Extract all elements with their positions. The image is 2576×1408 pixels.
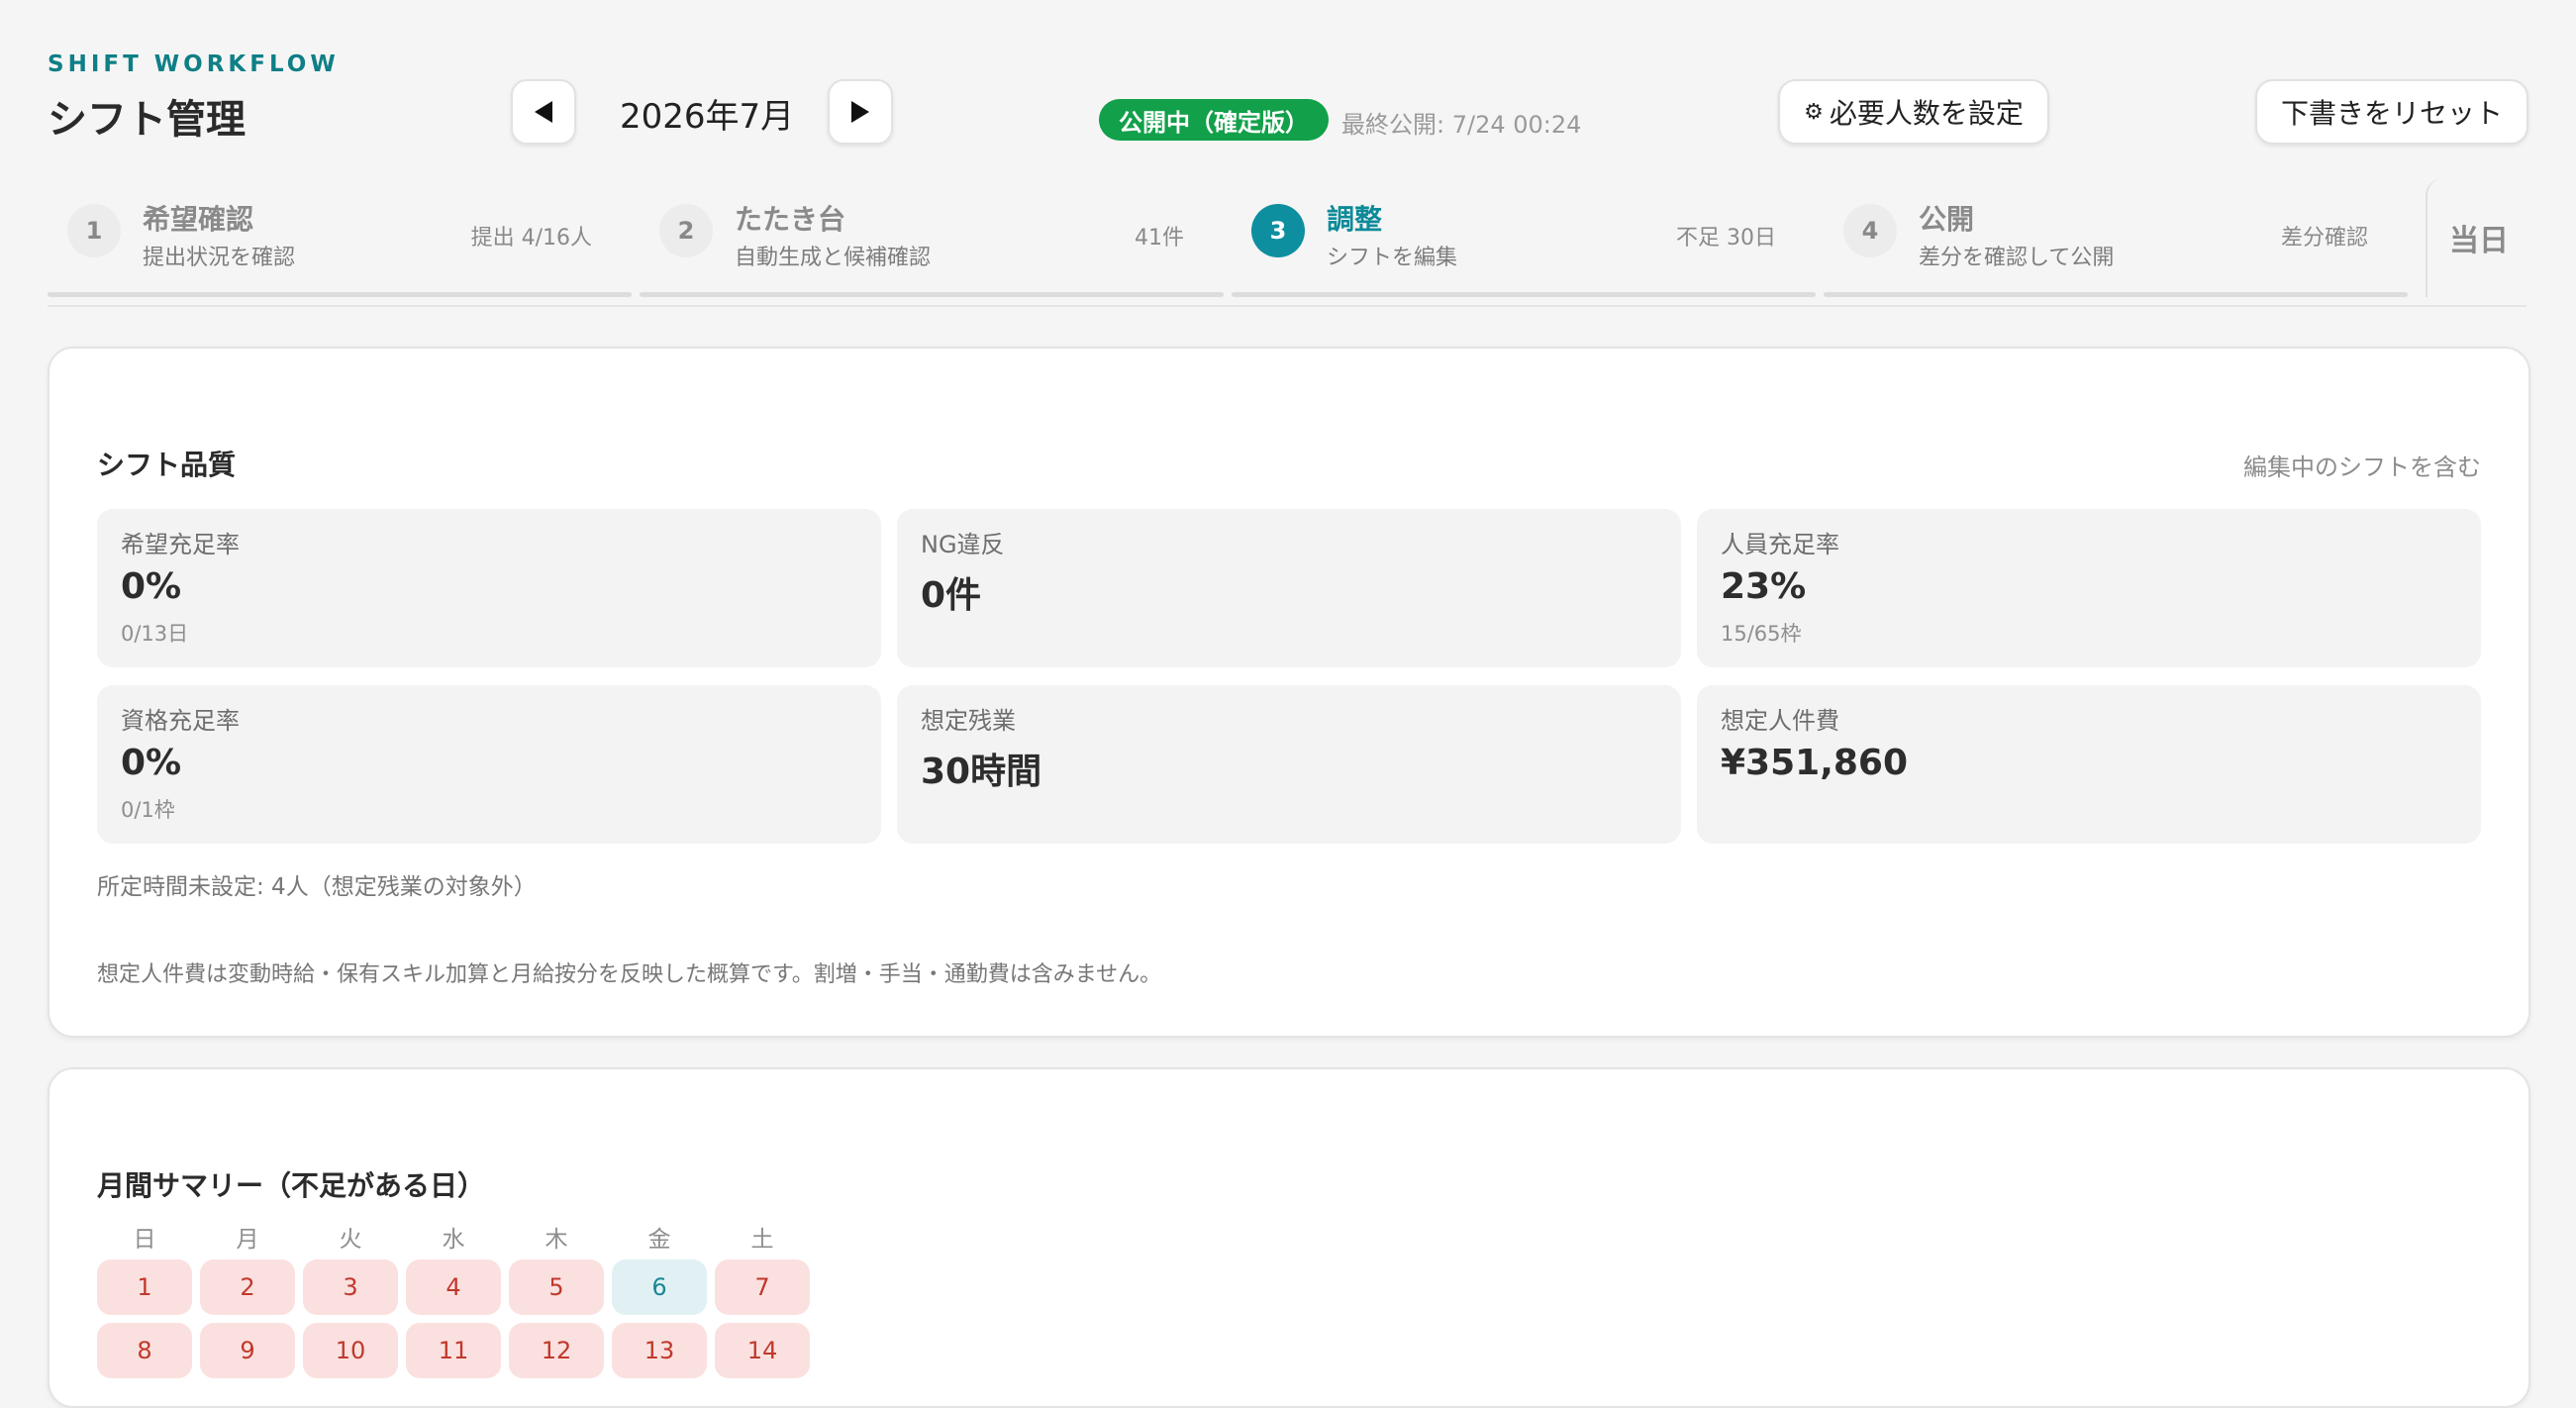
step-name: 調整 xyxy=(1327,203,1383,236)
step-subtitle: 自動生成と候補確認 xyxy=(735,246,932,270)
step-number: 4 xyxy=(1843,204,1897,257)
step-meta: 不足 30日 xyxy=(1676,226,1776,251)
step-name: たたき台 xyxy=(735,203,846,236)
weekday-mon: 月 xyxy=(236,1227,259,1253)
step-meta: 提出 4/16人 xyxy=(470,226,592,251)
metric-label: 想定人件費 xyxy=(1721,707,1839,735)
weekday-sun: 日 xyxy=(133,1227,156,1253)
step-subtitle: シフトを編集 xyxy=(1327,246,1458,270)
calendar-day[interactable]: 9 xyxy=(200,1323,295,1378)
calendar-day[interactable]: 3 xyxy=(303,1259,398,1315)
reset-draft-label: 下書きをリセット xyxy=(2280,97,2503,130)
calendar-day[interactable]: 13 xyxy=(612,1323,707,1378)
tab-today[interactable]: 当日 xyxy=(2426,178,2530,297)
step-3-adjust[interactable]: 3 調整 シフトを編集 不足 30日 xyxy=(1232,178,1816,297)
weekday-thu: 木 xyxy=(545,1227,568,1253)
calendar-day[interactable]: 6 xyxy=(612,1259,707,1315)
shift-quality-card: シフト品質 編集中のシフトを含む 希望充足率 0% 0/13日 NG違反 0件 … xyxy=(48,347,2530,1038)
step-name: 公開 xyxy=(1919,203,1975,236)
calendar-day[interactable]: 4 xyxy=(406,1259,501,1315)
calendar-day[interactable]: 14 xyxy=(715,1323,810,1378)
step-subtitle: 差分を確認して公開 xyxy=(1919,246,2115,270)
calendar-day[interactable]: 10 xyxy=(303,1323,398,1378)
labor-cost-note: 想定人件費は変動時給・保有スキル加算と月給按分を反映した概算です。割増・手当・通… xyxy=(97,962,1162,987)
metric-request-fulfillment: 希望充足率 0% 0/13日 xyxy=(97,509,881,667)
divider xyxy=(48,305,2526,307)
weekday-sat: 土 xyxy=(750,1227,774,1253)
metric-label: 人員充足率 xyxy=(1721,531,1839,558)
step-number: 2 xyxy=(659,204,713,257)
next-month-button[interactable] xyxy=(828,79,893,145)
metric-value: 0件 xyxy=(921,575,982,616)
calendar-day[interactable]: 8 xyxy=(97,1323,192,1378)
triangle-right-icon xyxy=(851,101,869,123)
reset-draft-button[interactable]: 下書きをリセット xyxy=(2255,79,2528,145)
weekday-fri: 金 xyxy=(647,1227,671,1253)
metric-sub: 0/13日 xyxy=(121,622,189,646)
metric-expected-overtime: 想定残業 30時間 xyxy=(897,685,1681,844)
card-title: 月間サマリー（不足がある日） xyxy=(97,1169,486,1202)
step-meta: 差分確認 xyxy=(2280,226,2368,251)
metric-value: 30時間 xyxy=(921,752,1042,792)
current-month: 2026年7月 xyxy=(620,97,795,137)
calendar-day[interactable]: 7 xyxy=(715,1259,810,1315)
step-1-confirm-requests[interactable]: 1 希望確認 提出状況を確認 提出 4/16人 xyxy=(48,178,632,297)
step-name: 希望確認 xyxy=(143,203,254,236)
step-number: 1 xyxy=(67,204,121,257)
metric-label: 想定残業 xyxy=(921,707,1016,735)
card-note: 編集中のシフトを含む xyxy=(2243,453,2481,481)
step-progress-bar xyxy=(640,292,1224,297)
card-title: シフト品質 xyxy=(97,449,237,481)
step-progress-bar xyxy=(48,292,632,297)
calendar-day[interactable]: 12 xyxy=(509,1323,604,1378)
metric-staffing-fulfillment: 人員充足率 23% 15/65枠 xyxy=(1697,509,2481,667)
metric-sub: 15/65枠 xyxy=(1721,622,1802,646)
step-progress-bar xyxy=(1232,292,1816,297)
calendar-day[interactable]: 1 xyxy=(97,1259,192,1315)
status-badge: 公開中（確定版） xyxy=(1099,99,1329,141)
metric-value: 23% xyxy=(1721,566,1807,607)
step-progress-bar xyxy=(1824,292,2408,297)
calendar-day[interactable]: 5 xyxy=(509,1259,604,1315)
weekday-tue: 火 xyxy=(339,1227,362,1253)
step-number: 3 xyxy=(1251,204,1305,257)
calendar-day[interactable]: 2 xyxy=(200,1259,295,1315)
workflow-eyebrow: SHIFT WORKFLOW xyxy=(48,51,340,77)
set-required-staff-button[interactable]: ⚙ 必要人数を設定 xyxy=(1778,79,2049,145)
metric-value: 0% xyxy=(121,743,182,783)
step-subtitle: 提出状況を確認 xyxy=(143,246,296,270)
step-meta: 41件 xyxy=(1135,226,1184,251)
metric-value: 0% xyxy=(121,566,182,607)
step-2-draft[interactable]: 2 たたき台 自動生成と候補確認 41件 xyxy=(640,178,1224,297)
gear-icon: ⚙ xyxy=(1804,99,1824,125)
triangle-left-icon xyxy=(535,101,552,123)
unset-hours-note: 所定時間未設定: 4人（想定残業の対象外） xyxy=(97,874,537,900)
metric-expected-labor-cost: 想定人件費 ¥351,860 xyxy=(1697,685,2481,844)
metric-sub: 0/1枠 xyxy=(121,798,175,822)
metric-qualification-fulfillment: 資格充足率 0% 0/1枠 xyxy=(97,685,881,844)
metric-ng-violations: NG違反 0件 xyxy=(897,509,1681,667)
weekday-wed: 水 xyxy=(442,1227,465,1253)
step-4-publish[interactable]: 4 公開 差分を確認して公開 差分確認 xyxy=(1824,178,2408,297)
metric-value: ¥351,860 xyxy=(1721,743,1909,783)
set-required-staff-label: 必要人数を設定 xyxy=(1829,97,2024,130)
metric-label: NG違反 xyxy=(921,531,1005,558)
metric-label: 希望充足率 xyxy=(121,531,240,558)
last-published: 最終公開: 7/24 00:24 xyxy=(1341,111,1582,139)
workflow-steps: 1 希望確認 提出状況を確認 提出 4/16人 2 たたき台 自動生成と候補確認… xyxy=(48,178,2525,307)
prev-month-button[interactable] xyxy=(511,79,576,145)
metric-label: 資格充足率 xyxy=(121,707,240,735)
page-title: シフト管理 xyxy=(48,97,246,143)
calendar-day[interactable]: 11 xyxy=(406,1323,501,1378)
shift-management-page: SHIFT WORKFLOW シフト管理 2026年7月 公開中（確定版） 最終… xyxy=(0,0,2576,1408)
